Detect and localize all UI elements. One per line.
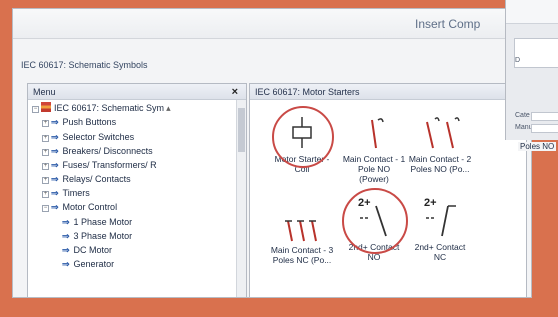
close-icon[interactable]: × [232, 86, 238, 98]
tree-item-label: Timers [62, 188, 90, 198]
symbol-2nd-contact-no[interactable]: 2+ 2nd+ Contact NO [342, 192, 406, 262]
symbol-main-contact-3-poles-nc[interactable]: Main Contact - 3 Poles NC (Po... [270, 209, 334, 265]
symbol-label: 2nd+ Contact [414, 242, 466, 252]
arrow-icon: ⇒ [51, 132, 59, 142]
tree-item-label: 3 Phase Motor [73, 231, 133, 241]
contact-nc-3pole-icon [285, 220, 317, 242]
contact-no-1pole-icon [371, 118, 384, 149]
arrow-icon: ⇒ [51, 146, 59, 156]
symbol-2nd-contact-nc[interactable]: 2+ 2nd+ Contact NC [408, 192, 472, 262]
menu-panel-header: Menu × [28, 84, 246, 100]
tree-item-selector-switches[interactable]: + ⇒ Selector Switches [42, 131, 134, 144]
category-label: Cate [515, 112, 530, 119]
tree-item-fuses[interactable]: + ⇒ Fuses/ Transformers/ R [42, 159, 157, 172]
secondary-dialog: D Cate Manu [505, 0, 558, 140]
symbol-label: Poles NC (Po... [272, 255, 332, 265]
expand-icon[interactable]: + [42, 177, 49, 184]
manufacturer-label: Manu [515, 124, 533, 131]
arrow-icon: ⇒ [51, 174, 59, 184]
tree-item-relays[interactable]: + ⇒ Relays/ Contacts [42, 173, 131, 186]
aux-prefix-text: 2+ [424, 197, 437, 209]
tree-item-label: Selector Switches [62, 132, 135, 142]
secondary-dialog-titlebar [506, 0, 558, 24]
symbol-label: NO [367, 252, 381, 262]
symbol-motor-starter-coil[interactable]: Motor Starter - Coil [270, 114, 334, 174]
symbol-label: Main Contact - 3 [270, 245, 334, 255]
arrow-icon: ⇒ [62, 231, 70, 241]
collapse-icon[interactable]: − [42, 205, 49, 212]
symbols-panel-header: IEC 60617: Motor Starters [250, 84, 526, 100]
tree-item-3-phase-motor[interactable]: ⇒ 3 Phase Motor [62, 230, 132, 243]
aux-contact-nc-icon: 2+ [424, 197, 456, 237]
tree-item-label: DC Motor [73, 245, 113, 255]
arrow-icon: ⇒ [51, 160, 59, 170]
coil-icon [292, 117, 312, 148]
tree-item-label: Relays/ Contacts [62, 174, 131, 184]
tree-item-label: Motor Control [62, 202, 118, 212]
expand-icon[interactable]: + [42, 163, 49, 170]
scrollbar-thumb[interactable] [238, 108, 245, 152]
arrow-icon: ⇒ [62, 217, 70, 227]
arrow-icon: ⇒ [51, 117, 59, 127]
symbol-label: Coil [294, 164, 310, 174]
tree-item-label: Generator [73, 259, 115, 269]
contact-no-2pole-icon [426, 117, 460, 149]
tree-item-dc-motor[interactable]: ⇒ DC Motor [62, 244, 112, 257]
symbol-main-contact-2-poles-no[interactable]: Main Contact - 2 Poles NO (Po... [408, 114, 472, 174]
tree-item-label: Breakers/ Disconnects [62, 146, 153, 156]
symbol-label: Main Contact - 2 [408, 154, 472, 164]
tree-item-label: Push Buttons [62, 117, 117, 127]
menu-scrollbar[interactable] [236, 100, 246, 297]
tree-item-motor-control[interactable]: − ⇒ Motor Control [42, 201, 117, 214]
tree-item-label: IEC 60617: Schematic Sym [54, 103, 165, 113]
expand-icon[interactable]: + [42, 135, 49, 142]
library-title: IEC 60617: Schematic Symbols [21, 60, 148, 70]
arrow-icon: ⇒ [51, 188, 59, 198]
menu-panel-title: Menu [33, 87, 56, 97]
dialog-titlebar: Insert Comp [13, 9, 531, 39]
tree-item-root[interactable]: − IEC 60617: Schematic Sym ▴ [32, 102, 171, 115]
tree-item-generator[interactable]: ⇒ Generator [62, 258, 114, 271]
symbol-label-partial: Poles NO [518, 142, 557, 151]
symbol-main-contact-1-pole-no[interactable]: Main Contact - 1 Pole NO (Power) [342, 114, 406, 184]
tree-item-label: 1 Phase Motor [73, 217, 133, 227]
symbol-label: 2nd+ Contact [348, 242, 400, 252]
arrow-icon: ⇒ [51, 202, 59, 212]
symbol-label: NC [433, 252, 447, 262]
arrow-icon: ⇒ [62, 259, 70, 269]
secondary-dialog-panel [514, 38, 558, 68]
aux-contact-no-icon: 2+ [358, 197, 387, 237]
tree-item-timers[interactable]: + ⇒ Timers [42, 187, 90, 200]
secondary-dialog-text: D [515, 57, 521, 64]
tree-item-push-buttons[interactable]: + ⇒ Push Buttons [42, 116, 116, 129]
scroll-up-icon[interactable]: ▴ [166, 103, 171, 113]
symbol-label: Poles NO (Po... [410, 164, 470, 174]
menu-panel: Menu × − IEC 60617: Schematic Sym ▴ + ⇒ Push… [27, 83, 247, 297]
tree-item-breakers[interactable]: + ⇒ Breakers/ Disconnects [42, 145, 153, 158]
tree-item-label: Fuses/ Transformers/ R [62, 160, 157, 170]
symbols-panel: IEC 60617: Motor Starters Motor Starter … [249, 83, 527, 297]
expand-icon[interactable]: + [42, 149, 49, 156]
symbols-panel-title: IEC 60617: Motor Starters [255, 87, 360, 97]
collapse-icon[interactable]: − [32, 106, 39, 113]
symbol-label: Main Contact - 1 [342, 154, 406, 164]
library-icon [41, 102, 51, 112]
insert-component-dialog: Insert Comp IEC 60617: Schematic Symbols… [12, 8, 532, 298]
symbol-label: Motor Starter - [274, 154, 330, 164]
tree-item-1-phase-motor[interactable]: ⇒ 1 Phase Motor [62, 216, 132, 229]
aux-prefix-text: 2+ [358, 197, 371, 209]
expand-icon[interactable]: + [42, 191, 49, 198]
category-input[interactable] [531, 112, 558, 121]
symbol-label: Pole NO (Power) [357, 164, 391, 184]
expand-icon[interactable]: + [42, 120, 49, 127]
manufacturer-input[interactable] [531, 124, 558, 133]
dialog-title: Insert Comp [415, 17, 481, 31]
arrow-icon: ⇒ [62, 245, 70, 255]
